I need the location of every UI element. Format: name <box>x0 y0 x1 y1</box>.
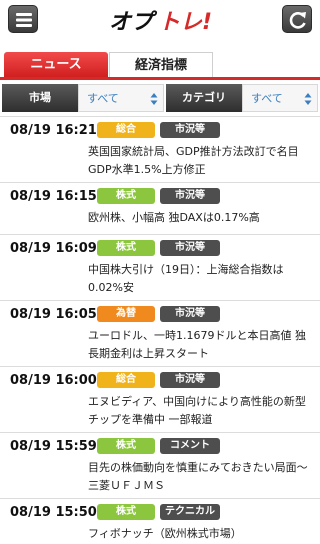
news-headline[interactable]: 英国国家統計局、GDP推計方法改訂で名目GDP水準1.5%上方修正 <box>88 143 314 179</box>
category-badge: 市況等 <box>160 306 220 322</box>
reload-button[interactable] <box>282 5 312 33</box>
category-badge: 市況等 <box>160 372 220 388</box>
menu-button[interactable] <box>8 5 38 33</box>
news-time: 08/19 15:59 <box>10 439 97 454</box>
news-item[interactable]: 08/19 16:21 総合 市況等英国国家統計局、GDP推計方法改訂で名目GDP水… <box>0 116 320 182</box>
market-badge: 株式 <box>97 438 155 454</box>
market-select-value: すべて <box>87 92 119 105</box>
market-badge: 為替 <box>97 306 155 322</box>
tab-economic-indicators[interactable]: 経済指標 <box>109 52 213 78</box>
news-item[interactable]: 08/19 16:15 株式 市況等欧州株、小幅高 独DAXは0.17%高 <box>0 182 320 234</box>
news-headline[interactable]: 欧州株、小幅高 独DAXは0.17%高 <box>88 209 314 227</box>
market-badge: 総合 <box>97 122 155 138</box>
reload-icon <box>289 12 306 29</box>
market-filter-label: 市場 <box>2 84 78 112</box>
svg-text:オプ: オプ <box>109 10 158 35</box>
tab-news[interactable]: ニュース <box>4 52 108 78</box>
category-select-value: すべて <box>251 92 283 105</box>
category-filter-label: カテゴリ <box>166 84 242 112</box>
news-headline[interactable]: フィボナッチ（欧州株式市場） <box>88 525 314 543</box>
news-item[interactable]: 08/19 15:50 株式 テクニカルフィボナッチ（欧州株式市場） <box>0 498 320 544</box>
news-item[interactable]: 08/19 16:05 為替 市況等ユーロドル、一時1.1679ドルと本日高値 独長… <box>0 300 320 366</box>
hamburger-icon <box>16 13 32 27</box>
market-badge: 株式 <box>97 504 155 520</box>
market-badge: 株式 <box>97 240 155 256</box>
category-badge: テクニカル <box>160 504 220 520</box>
svg-text:トレ!: トレ! <box>158 10 212 35</box>
news-headline[interactable]: ユーロドル、一時1.1679ドルと本日高値 独長期金利は上昇スタート <box>88 327 314 363</box>
news-headline[interactable]: 目先の株価動向を慎重にみておきたい局面～三菱ＵＦＪＭＳ <box>88 459 314 495</box>
news-item[interactable]: 08/19 16:09 株式 市況等中国株大引け（19日）：上海総合指数は0.02%… <box>0 234 320 300</box>
app-logo: オプ トレ! <box>106 3 216 35</box>
market-badge: 総合 <box>97 372 155 388</box>
news-time: 08/19 16:15 <box>10 189 97 204</box>
news-headline[interactable]: エヌビディア、中国向けにより高性能の新型チップを準備中 一部報道 <box>88 393 314 429</box>
category-select[interactable]: すべて <box>242 84 318 112</box>
market-select[interactable]: すべて <box>78 84 164 112</box>
news-time: 08/19 16:09 <box>10 241 97 256</box>
news-item[interactable]: 08/19 16:00 総合 市況等エヌビディア、中国向けにより高性能の新型チップを… <box>0 366 320 432</box>
app-header: オプ トレ! <box>0 0 320 38</box>
category-badge: コメント <box>160 438 220 454</box>
tab-underline <box>0 77 320 80</box>
section-tabs: ニュース 経済指標 <box>0 52 320 78</box>
news-item[interactable]: 08/19 15:59 株式 コメント目先の株価動向を慎重にみておきたい局面～三菱Ｕ… <box>0 432 320 498</box>
logo-mark: オプ トレ! <box>109 10 212 35</box>
category-badge: 市況等 <box>160 122 220 138</box>
news-time: 08/19 16:05 <box>10 307 97 322</box>
news-headline[interactable]: 中国株大引け（19日）：上海総合指数は0.02%安 <box>88 261 314 297</box>
category-badge: 市況等 <box>160 188 220 204</box>
category-badge: 市況等 <box>160 240 220 256</box>
select-arrows-icon <box>150 93 158 105</box>
news-time: 08/19 16:21 <box>10 123 97 138</box>
filter-bar: 市場 すべて カテゴリ すべて <box>0 84 320 112</box>
news-time: 08/19 16:00 <box>10 373 97 388</box>
news-list: 08/19 16:21 総合 市況等 英国国家統計局、GDP推計方法改訂で名目GDP水… <box>0 116 320 544</box>
news-time: 08/19 15:50 <box>10 505 97 520</box>
select-arrows-icon <box>304 93 312 105</box>
market-badge: 株式 <box>97 188 155 204</box>
